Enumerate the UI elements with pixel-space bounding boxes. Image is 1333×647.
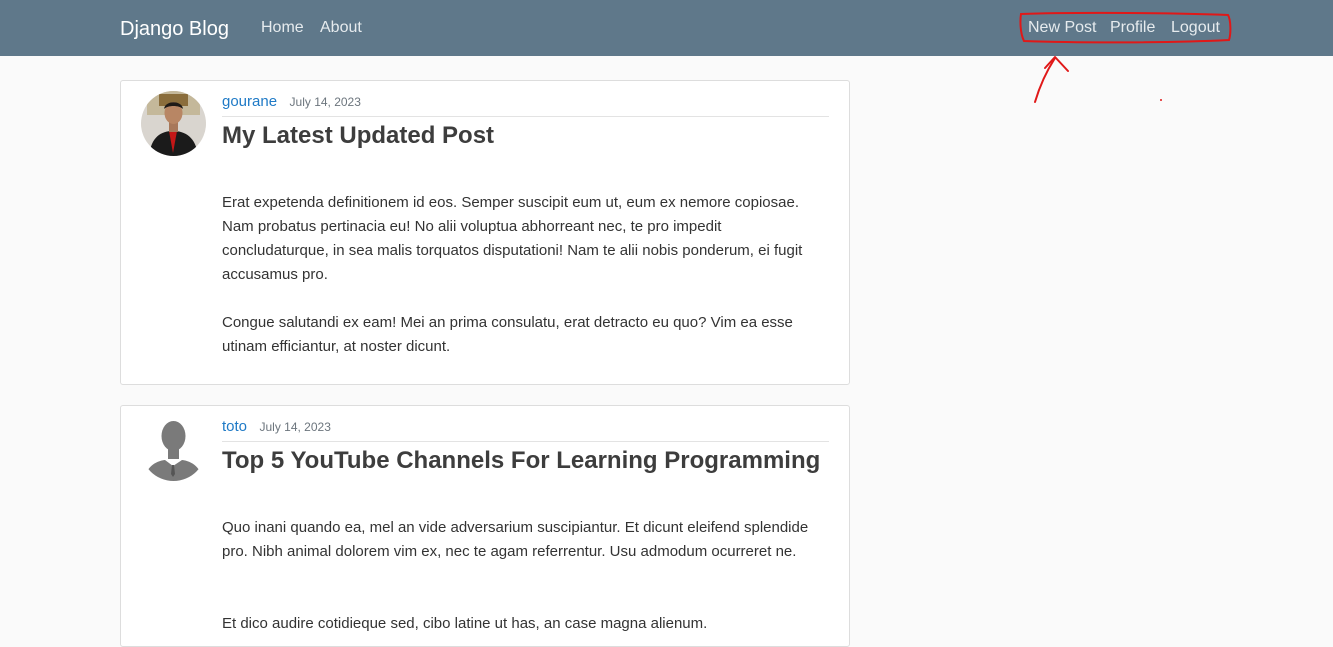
default-user-icon [141, 416, 206, 481]
post-meta: gourane July 14, 2023 [222, 93, 829, 117]
post-title-link[interactable]: My Latest Updated Post [222, 121, 494, 151]
post-paragraph: Congue salutandi ex eam! Mei an prima co… [222, 314, 793, 355]
avatar [141, 416, 206, 481]
post-card: toto July 14, 2023 Top 5 YouTube Channel… [120, 405, 850, 647]
nav-profile-link[interactable]: Profile [1110, 18, 1155, 38]
post-author-link[interactable]: toto [222, 418, 247, 435]
post-paragraph: Et dico audire cotidieque sed, cibo lati… [222, 615, 708, 632]
user-photo-icon [141, 91, 206, 156]
annotation-arrow-head [1044, 56, 1069, 72]
nav-new-post-link[interactable]: New Post [1028, 18, 1096, 38]
post-paragraph: Quo inani quando ea, mel an vide adversa… [222, 519, 809, 560]
brand-link[interactable]: Django Blog [120, 16, 229, 42]
nav-home-link[interactable]: Home [261, 18, 304, 38]
navbar: Django Blog Home About New Post Profile … [0, 0, 1333, 56]
post-date: July 14, 2023 [259, 420, 331, 434]
post-card: gourane July 14, 2023 My Latest Updated … [120, 80, 850, 385]
avatar [141, 91, 206, 156]
post-meta: toto July 14, 2023 [222, 418, 829, 442]
nav-about-link[interactable]: About [320, 18, 362, 38]
post-author-link[interactable]: gourane [222, 93, 277, 110]
post-date: July 14, 2023 [289, 95, 361, 109]
nav-logout-link[interactable]: Logout [1171, 18, 1220, 38]
post-paragraph: Erat expetenda definitionem id eos. Semp… [222, 194, 803, 283]
annotation-arrow-shaft [1034, 57, 1056, 103]
annotation-dot [1160, 99, 1162, 101]
post-title-link[interactable]: Top 5 YouTube Channels For Learning Prog… [222, 446, 820, 476]
